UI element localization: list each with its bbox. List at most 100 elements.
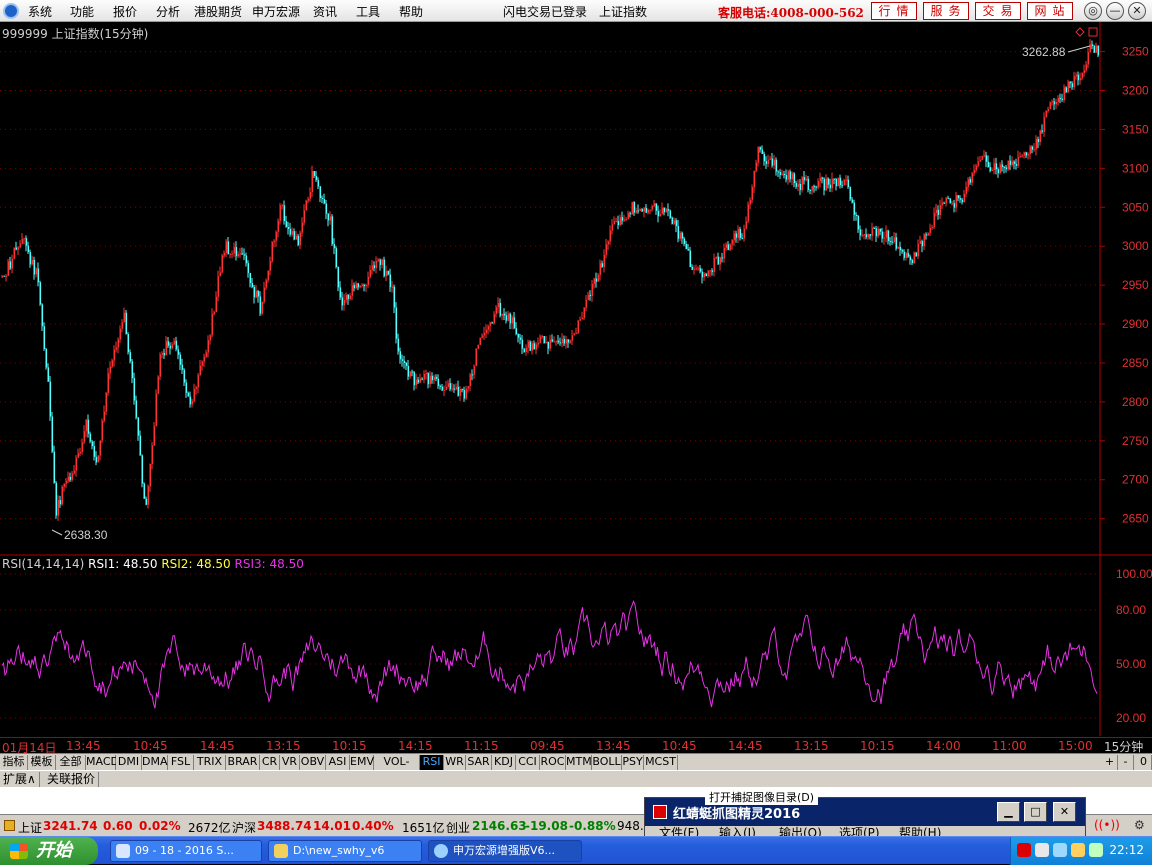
tab-voltdx[interactable]: VOL-TDX bbox=[374, 755, 420, 782]
candle-body bbox=[719, 257, 722, 265]
candle-body bbox=[473, 366, 476, 375]
menu-tools[interactable]: 工具 bbox=[356, 3, 380, 20]
candle-body bbox=[79, 451, 82, 454]
close-icon[interactable]: ✕ bbox=[1128, 2, 1146, 20]
tab-mtm[interactable]: MTM bbox=[566, 755, 592, 770]
candle-body bbox=[245, 255, 248, 264]
menu-news[interactable]: 资讯 bbox=[313, 3, 337, 20]
candle-body bbox=[223, 252, 226, 256]
menu-hk-futures[interactable]: 港股期货 bbox=[194, 3, 242, 20]
tab-vr[interactable]: VR bbox=[280, 755, 300, 770]
candlestick-chart[interactable]: 3250 3200 3150 3100 3050 3000 2950 2900 2850 2800… bbox=[0, 22, 1152, 556]
candle-body bbox=[443, 389, 446, 391]
trade-button[interactable]: 交易 bbox=[975, 2, 1021, 20]
tab-related-quote[interactable]: 关联报价 bbox=[44, 772, 100, 787]
service-button[interactable]: 服务 bbox=[923, 2, 969, 20]
time-label: 13:15 bbox=[794, 739, 829, 753]
tab-obv[interactable]: OBV bbox=[300, 755, 326, 770]
menu-system[interactable]: 系统 bbox=[28, 3, 52, 20]
candle-body bbox=[677, 226, 680, 239]
network-icon[interactable] bbox=[1053, 843, 1067, 857]
reset-button[interactable]: 0 bbox=[1136, 755, 1152, 770]
candle-body bbox=[995, 163, 998, 170]
menu-quote[interactable]: 报价 bbox=[113, 3, 137, 20]
tab-asi[interactable]: ASI bbox=[326, 755, 350, 770]
capture-minimize-button[interactable]: ▁ bbox=[997, 802, 1020, 822]
tab-[interactable]: 模板 bbox=[28, 755, 56, 770]
candle-body bbox=[665, 209, 668, 213]
candle-body bbox=[273, 240, 276, 243]
candle-body bbox=[1043, 117, 1046, 132]
task-explorer[interactable]: D:\new_swhy_v6 bbox=[268, 840, 422, 862]
candle-body bbox=[93, 446, 96, 457]
start-button[interactable]: 开始 bbox=[0, 837, 98, 865]
capture-maximize-button[interactable]: □ bbox=[1024, 802, 1047, 822]
candle-body bbox=[1055, 101, 1058, 105]
tab-fsl[interactable]: FSL bbox=[168, 755, 194, 770]
volume-icon[interactable] bbox=[1035, 843, 1049, 857]
tab-trix[interactable]: TRIX bbox=[194, 755, 226, 770]
update-icon[interactable] bbox=[1089, 843, 1103, 857]
menu-help[interactable]: 帮助 bbox=[399, 3, 423, 20]
security-icon[interactable] bbox=[1071, 843, 1085, 857]
hs-name: 沪深 bbox=[232, 821, 257, 835]
tab-rsi[interactable]: RSI bbox=[420, 755, 444, 770]
candle-body bbox=[699, 268, 702, 272]
candle-body bbox=[691, 266, 694, 270]
candle-body bbox=[973, 170, 976, 174]
zoom-in-button[interactable]: + bbox=[1102, 755, 1118, 770]
candle-body bbox=[243, 254, 246, 256]
tab-psy[interactable]: PSY bbox=[622, 755, 644, 770]
candle-body bbox=[57, 500, 60, 516]
market-button[interactable]: 行情 bbox=[871, 2, 917, 20]
candle-body bbox=[251, 283, 254, 287]
tab-kdj[interactable]: KDJ bbox=[492, 755, 516, 770]
tab-sar[interactable]: SAR bbox=[466, 755, 492, 770]
signal-icon[interactable]: ((•)) bbox=[1094, 818, 1120, 832]
tab-cr[interactable]: CR bbox=[260, 755, 280, 770]
app-logo-icon[interactable] bbox=[3, 3, 19, 19]
menu-swhy[interactable]: 申万宏源 bbox=[252, 3, 300, 20]
candle-body bbox=[693, 268, 696, 270]
tab-[interactable]: 指标 bbox=[0, 755, 28, 770]
candle-body bbox=[759, 147, 762, 150]
candle-body bbox=[687, 248, 690, 251]
tab-cci[interactable]: CCI bbox=[516, 755, 540, 770]
sh-value: 3241.74 bbox=[43, 819, 98, 833]
tab-expand[interactable]: 扩展∧ bbox=[0, 772, 40, 787]
candle-body bbox=[101, 420, 104, 441]
candle-body bbox=[51, 416, 54, 452]
windows-logo-icon bbox=[10, 843, 28, 859]
menu-analysis[interactable]: 分析 bbox=[156, 3, 180, 20]
tab-dma[interactable]: DMA bbox=[142, 755, 168, 770]
capture-tray-icon[interactable] bbox=[1017, 843, 1031, 857]
candle-body bbox=[937, 209, 940, 215]
candle-body bbox=[287, 227, 290, 230]
capture-tool-window[interactable]: 打开捕捉图像目录(D) 红蜻蜓抓图精灵2016 ▁ □ ✕ 文件(F) 输入(I… bbox=[644, 789, 1086, 839]
tab-macd[interactable]: MACD bbox=[86, 755, 119, 770]
website-button[interactable]: 网站 bbox=[1027, 2, 1073, 20]
restore-icon[interactable]: ◎ bbox=[1084, 2, 1102, 20]
candle-body bbox=[7, 261, 10, 276]
candle-body bbox=[139, 435, 142, 456]
menu-function[interactable]: 功能 bbox=[70, 3, 94, 20]
capture-close-button[interactable]: ✕ bbox=[1053, 802, 1076, 822]
tab-[interactable]: 全部 bbox=[56, 755, 86, 770]
task-capture-folder[interactable]: 09 - 18 - 2016 S... bbox=[110, 840, 262, 862]
candle-body bbox=[863, 234, 866, 236]
candle-body bbox=[525, 347, 528, 353]
rsi1-label: RSI1: bbox=[88, 557, 120, 571]
minimize-icon[interactable]: — bbox=[1106, 2, 1124, 20]
tab-mcst[interactable]: MCST bbox=[644, 755, 678, 770]
zoom-out-button[interactable]: - bbox=[1118, 755, 1134, 770]
tab-roc[interactable]: ROC bbox=[540, 755, 566, 770]
tab-boll[interactable]: BOLL bbox=[592, 755, 622, 770]
task-trading-app[interactable]: 申万宏源增强版V6... bbox=[428, 840, 582, 862]
tab-wr[interactable]: WR bbox=[444, 755, 466, 770]
tab-brar[interactable]: BRAR bbox=[226, 755, 260, 770]
tab-emv[interactable]: EMV bbox=[350, 755, 374, 770]
rsi-chart[interactable]: 100.00 80.00 50.00 20.00 bbox=[0, 556, 1152, 736]
settings-icon[interactable]: ⚙ bbox=[1134, 818, 1145, 832]
candle-body bbox=[279, 205, 282, 221]
tab-dmi[interactable]: DMI bbox=[116, 755, 142, 770]
